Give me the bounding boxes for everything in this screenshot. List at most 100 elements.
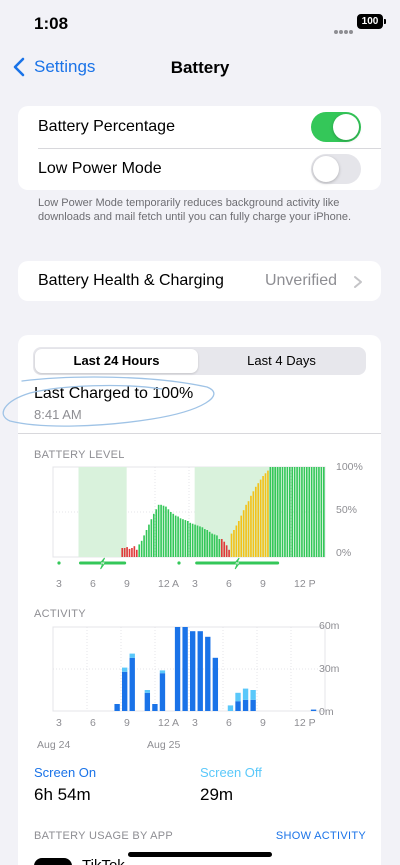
battery-bar <box>216 535 218 557</box>
battery-bar <box>291 467 294 557</box>
battery-bar <box>220 539 223 557</box>
battery-bar <box>223 541 226 557</box>
date-label: Aug 25 <box>147 739 181 751</box>
battery-bar <box>252 491 255 557</box>
screen-off-bar <box>159 670 166 674</box>
low-power-mode-toggle[interactable] <box>311 154 361 184</box>
battery-bar <box>296 467 298 557</box>
tiktok-app-icon <box>34 858 72 865</box>
battery-icon: 100 <box>357 14 386 29</box>
battery-bar <box>177 516 179 557</box>
battery-bar <box>257 483 260 557</box>
screen-off-bar <box>250 690 256 700</box>
battery-bar <box>288 467 291 557</box>
x-tick: 12 P <box>294 717 316 729</box>
screen-off-bar <box>242 688 249 700</box>
x-tick: 3 <box>56 717 62 729</box>
app-name[interactable]: TikTok <box>82 857 125 865</box>
battery-health-label: Battery Health & Charging <box>38 272 224 289</box>
battery-percentage-toggle[interactable] <box>311 112 361 142</box>
battery-bar <box>133 546 136 557</box>
bolt-icon <box>233 557 242 570</box>
y-tick: 50% <box>336 504 358 516</box>
battery-bar <box>228 549 230 557</box>
screen-on-bar <box>159 673 166 711</box>
battery-bar <box>235 525 238 557</box>
tab-last-24-hours[interactable]: Last 24 Hours <box>35 349 198 373</box>
battery-bar <box>237 521 240 557</box>
x-tick: 12 A <box>158 578 180 590</box>
battery-bar <box>162 505 165 557</box>
y-tick: 0m <box>319 706 334 718</box>
battery-health-card[interactable]: Battery Health & Charging Unverified <box>18 261 381 301</box>
battery-bar <box>262 476 264 557</box>
nav-bar: Settings Battery <box>0 50 400 86</box>
battery-bar <box>245 504 247 557</box>
screen-on-bar <box>205 636 211 711</box>
battery-bar <box>281 467 284 557</box>
y-tick: 100% <box>336 461 363 473</box>
x-tick: 3 <box>192 717 198 729</box>
battery-bar <box>240 515 243 557</box>
charging-dot <box>177 561 181 565</box>
battery-bar <box>250 495 252 557</box>
home-indicator <box>128 852 272 857</box>
battery-bar <box>206 530 209 557</box>
battery-bar <box>191 523 194 557</box>
battery-health-row[interactable]: Battery Health & Charging Unverified <box>18 261 381 301</box>
battery-bar <box>230 533 233 557</box>
battery-bar <box>208 531 211 557</box>
screen-on-bar <box>250 699 256 711</box>
last-charged-title: Last Charged to 100% <box>34 385 194 402</box>
battery-bar <box>148 524 150 557</box>
y-tick: 0% <box>336 547 352 559</box>
screen-on-bar <box>235 701 241 711</box>
battery-bar <box>315 467 318 557</box>
x-tick: 6 <box>226 717 232 729</box>
battery-bar <box>233 530 235 557</box>
screen-off-value: 29m <box>200 785 234 804</box>
battery-bar <box>172 513 175 557</box>
tab-last-4-days[interactable]: Last 4 Days <box>199 349 364 373</box>
battery-level-chart <box>52 466 326 570</box>
battery-bar <box>189 522 192 557</box>
battery-bar <box>267 470 269 557</box>
battery-bar <box>196 525 199 557</box>
screen-off-bar <box>235 692 241 702</box>
x-tick: 12 P <box>294 578 316 590</box>
screen-on-label: Screen On <box>34 765 97 780</box>
battery-bar <box>301 467 303 557</box>
charging-period <box>78 467 127 557</box>
time-range-control[interactable]: Last 24 Hours Last 4 Days <box>33 347 366 375</box>
screen-on-bar <box>197 631 203 711</box>
screen-on-value: 6h 54m <box>34 785 91 804</box>
show-activity-button[interactable]: SHOW ACTIVITY <box>276 830 366 842</box>
x-tick: 6 <box>90 578 96 590</box>
battery-bar <box>242 510 245 557</box>
screen-on-bar <box>129 657 135 711</box>
battery-health-status: Unverified <box>264 272 337 289</box>
low-power-footnote: Low Power Mode temporarily reduces backg… <box>38 197 352 223</box>
usage-by-app-title: BATTERY USAGE BY APP <box>34 830 174 842</box>
x-tick: 9 <box>260 578 266 590</box>
page-title: Battery <box>170 58 230 77</box>
status-time: 1:08 <box>34 14 69 33</box>
battery-bar <box>194 524 196 557</box>
battery-bar <box>169 512 172 557</box>
battery-bar <box>247 501 250 557</box>
screen-off-bar <box>144 690 151 693</box>
section-divider <box>18 433 381 434</box>
signal-icon <box>334 21 354 34</box>
x-tick: 9 <box>260 717 266 729</box>
screen-off-bar <box>122 667 128 672</box>
activity-title: ACTIVITY <box>34 608 86 620</box>
battery-bar <box>308 467 311 557</box>
screen-off-bar <box>227 705 234 711</box>
chevron-right-icon <box>354 276 362 288</box>
y-tick: 60m <box>319 620 340 632</box>
screen-on-bar <box>182 627 188 711</box>
battery-bar <box>135 549 138 557</box>
charging-dot <box>57 561 61 565</box>
x-tick: 3 <box>192 578 198 590</box>
battery-bar <box>203 529 206 557</box>
